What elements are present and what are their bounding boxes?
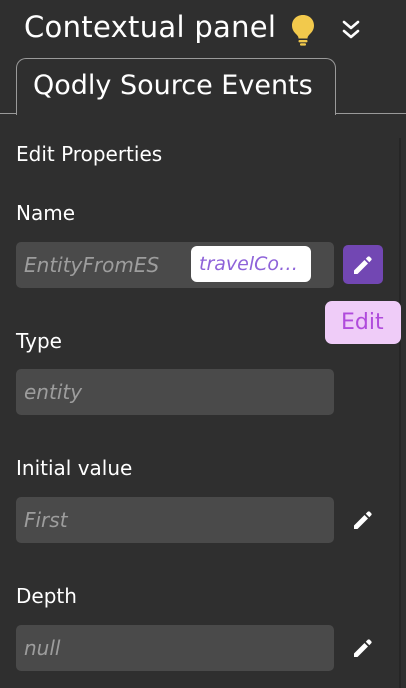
datasource-chip[interactable]: travelCo… xyxy=(191,246,311,282)
tooltip-text: Edit xyxy=(341,310,384,335)
panel-title: Contextual panel xyxy=(24,10,277,44)
pencil-icon xyxy=(354,256,372,274)
initial-value-field-value: First xyxy=(24,508,68,532)
name-field-value: EntityFromES xyxy=(24,253,160,277)
tab-qodly-source-events[interactable]: Qodly Source Events xyxy=(16,58,336,115)
depth-edit-button[interactable] xyxy=(348,633,378,663)
pencil-icon xyxy=(354,639,372,657)
tab-label: Qodly Source Events xyxy=(33,70,313,101)
depth-field[interactable]: null xyxy=(16,625,334,671)
initial-value-edit-button[interactable] xyxy=(348,505,378,535)
initial-value-field[interactable]: First xyxy=(16,497,334,543)
edit-tooltip: Edit xyxy=(325,301,401,344)
type-label: Type xyxy=(16,329,62,353)
depth-label: Depth xyxy=(16,584,77,608)
tab-active-gap xyxy=(17,112,334,114)
section-title: Edit Properties xyxy=(16,142,163,166)
depth-field-value: null xyxy=(24,636,61,660)
contextual-panel: Contextual panel Qodly Source Events Edi… xyxy=(0,0,406,688)
name-field[interactable]: EntityFromES travelCo… xyxy=(16,242,334,288)
type-field[interactable]: entity xyxy=(16,369,334,415)
panel-header: Contextual panel xyxy=(0,0,406,58)
scrollbar-track[interactable] xyxy=(399,138,401,688)
name-edit-button[interactable] xyxy=(343,245,383,284)
type-field-value: entity xyxy=(24,380,83,404)
lightbulb-icon[interactable] xyxy=(290,14,316,46)
datasource-chip-label: travelCo… xyxy=(199,253,299,275)
name-label: Name xyxy=(16,201,76,225)
double-chevron-down-icon[interactable] xyxy=(340,18,362,42)
pencil-icon xyxy=(354,511,372,529)
initial-value-label: Initial value xyxy=(16,456,133,480)
